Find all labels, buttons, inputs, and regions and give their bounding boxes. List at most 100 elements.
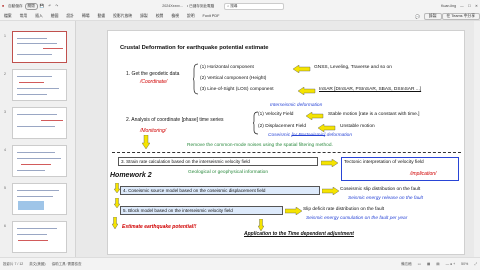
step-2-label: 2. Analysis of coordinate [phase] time s…	[126, 117, 224, 123]
vertical-scrollbar[interactable]	[474, 21, 480, 257]
save-icon[interactable]: 💾	[38, 4, 46, 8]
step-5-label: 5. Block model based on the interseismic…	[123, 208, 233, 213]
reading-view-icon[interactable]: ▤	[433, 262, 442, 266]
energy-release-note: Seismic energy release on the fault	[348, 196, 423, 201]
slide-thumbnail[interactable]: 5	[4, 183, 67, 215]
menu-slideshow[interactable]: 投影片放映	[109, 14, 136, 19]
insar-methods: InSAR [DInSAR, PSInSAR, SBAS, DSInSAR ..…	[319, 87, 422, 92]
slide-thumbnail[interactable]: 6	[4, 221, 67, 253]
close-button[interactable]: ✕	[473, 4, 480, 8]
application-note: Application to the Time dependent adjust…	[244, 231, 354, 237]
menu-review[interactable]: 校閱	[152, 14, 168, 19]
arrow-left-icon	[318, 124, 336, 132]
title-bar: ■ 自動儲存 關閉 💾 ↶ ↷ 2024Xxxxx... • 已儲存到此電腦 ⌕…	[0, 0, 480, 12]
tectonic-label: Tectonic interpretation of velocity fiel…	[344, 160, 424, 165]
gnss-methods: GNSS, Leveling, Traverse and so on	[314, 65, 392, 70]
menu-foxit[interactable]: Foxit PDF	[199, 14, 224, 18]
menu-home[interactable]: 常用	[16, 14, 32, 19]
notes-button[interactable]: 備忘稿	[398, 262, 415, 267]
tectonic-box: Tectonic interpretation of velocity fiel…	[341, 157, 459, 181]
unstable-motion-note: Unstable motion	[340, 124, 375, 129]
component-horizontal: (1) Horizontal component	[200, 65, 254, 70]
coseismic-label: Coseismic [or Postseismic] deformation	[268, 133, 352, 138]
step-1-tag: /Coordinate/	[140, 79, 168, 85]
status-bar: 投影片 7 / 12 英文(美國) 協助工具: 需要檢查 備忘稿 ▭ ▦ ▤ —…	[0, 257, 480, 270]
slide-thumbnail[interactable]: 1	[4, 31, 67, 63]
menu-file[interactable]: 檔案	[0, 14, 16, 19]
step-4-box: 4. Coseismic source model based on the c…	[120, 186, 320, 195]
sorter-view-icon[interactable]: ▦	[424, 262, 433, 266]
step-3-note: Geological or geophysical information	[188, 170, 268, 175]
step-4-label: 4. Coseismic source model based on the c…	[123, 188, 266, 193]
user-name[interactable]: Kuan-ling	[439, 4, 458, 8]
coseismic-strike: [or Postseismic]	[291, 133, 326, 138]
arrow-right-icon	[285, 207, 303, 215]
comment-icon[interactable]: 💬	[411, 14, 424, 19]
menu-help[interactable]: 說明	[183, 14, 199, 19]
language-indicator[interactable]: 英文(美國)	[26, 262, 48, 267]
fit-slide-icon[interactable]: ⤢	[471, 262, 480, 266]
saved-status: • 已儲存到此電腦	[186, 3, 215, 8]
teams-share-button[interactable]: 在 Teams 中分享	[441, 12, 480, 20]
arrow-down-icon	[112, 217, 118, 229]
menu-record[interactable]: 錄製	[136, 14, 152, 19]
maximize-button[interactable]: ☐	[466, 4, 473, 8]
zoom-slider[interactable]: — ● +	[443, 262, 459, 266]
record-button[interactable]: 錄製	[423, 12, 442, 20]
stable-motion-note: Stable motion [rate is a constant with t…	[328, 112, 420, 117]
estimate-potential: Estimate earthquake potential!!	[122, 224, 197, 230]
arrow-left-icon	[293, 65, 311, 73]
slide-counter: 投影片 7 / 12	[3, 261, 24, 266]
step-1-label: 1. Get the geodetic data	[126, 71, 180, 77]
slide-thumbnail[interactable]: 4	[4, 145, 67, 177]
coseismic-suffix: deformation	[325, 133, 352, 138]
thumb-number: 1	[4, 34, 6, 38]
step-5-box: 5. Block model based on the interseismic…	[120, 206, 283, 215]
homework-label: Homework 2	[110, 172, 152, 179]
menu-draw[interactable]: 繪圖	[47, 14, 63, 19]
slide-thumbnail[interactable]: 3	[4, 107, 67, 139]
step-3-text: 3. Strain rate calculation based on the …	[121, 159, 250, 164]
zoom-level[interactable]: 50%	[458, 262, 471, 266]
file-name: 2024Xxxxx...	[162, 4, 183, 8]
current-slide[interactable]: Crustal Deformation for earthquake poten…	[107, 30, 465, 255]
brace-1-icon	[193, 63, 199, 95]
search-box[interactable]: ⌕ 搜尋	[224, 2, 285, 10]
dashed-divider	[112, 152, 461, 153]
minimize-button[interactable]: —	[458, 4, 466, 8]
thumb-number: 5	[4, 186, 6, 190]
step-3-box: 3. Strain rate calculation based on the …	[118, 157, 318, 166]
thumb-number: 6	[4, 224, 6, 228]
remove-noise-note: Remove the common-mode noises using the …	[187, 143, 333, 148]
slip-deficit: Slip deficit rate distribution on the fa…	[303, 207, 385, 212]
menu-bar: 檔案 常用 插入 繪圖 設計 轉場 動畫 投影片放映 錄製 校閱 檢視 說明 F…	[0, 12, 480, 21]
menu-design[interactable]: 設計	[62, 14, 78, 19]
implication-tag: /implication/	[410, 171, 437, 177]
thumb-number: 3	[4, 110, 6, 114]
menu-transitions[interactable]: 轉場	[78, 14, 94, 19]
accessibility-status[interactable]: 協助工具: 需要檢查	[49, 262, 85, 267]
step-3-label: 3. Strain rate calculation based on the …	[121, 159, 250, 164]
coseismic-slip: Coseismic slip distribution on the fault	[340, 187, 421, 192]
menu-view[interactable]: 檢視	[167, 14, 183, 19]
menu-insert[interactable]: 插入	[31, 14, 47, 19]
coseismic-prefix: Coseismic	[268, 133, 292, 138]
arrow-right-icon	[321, 159, 339, 167]
thumb-number: 2	[4, 72, 6, 76]
component-vertical: (2) Vertical component (Height)	[200, 76, 267, 81]
interseismic-label: Interseismic deformation	[270, 103, 323, 108]
thumb-number: 4	[4, 148, 6, 152]
redo-icon[interactable]: ↷	[53, 4, 60, 8]
normal-view-icon[interactable]: ▭	[415, 262, 424, 266]
undo-icon[interactable]: ↶	[46, 4, 53, 8]
menu-animations[interactable]: 動畫	[94, 14, 110, 19]
arrow-right-icon	[322, 187, 340, 195]
autosave-toggle[interactable]: 關閉	[24, 2, 38, 10]
slide-thumbnail-pane: 1 2 3 4 5 6	[0, 21, 76, 257]
search-label: 搜尋	[230, 3, 238, 8]
arrow-down-icon	[258, 219, 264, 231]
displacement-field: (2) Displacement Field	[258, 124, 306, 129]
slide-thumbnail[interactable]: 2	[4, 69, 67, 101]
step-2-tag: /Monitoring/	[140, 128, 167, 134]
energy-cumulation-note: Seismic energy cumulation on the fault p…	[306, 216, 408, 221]
